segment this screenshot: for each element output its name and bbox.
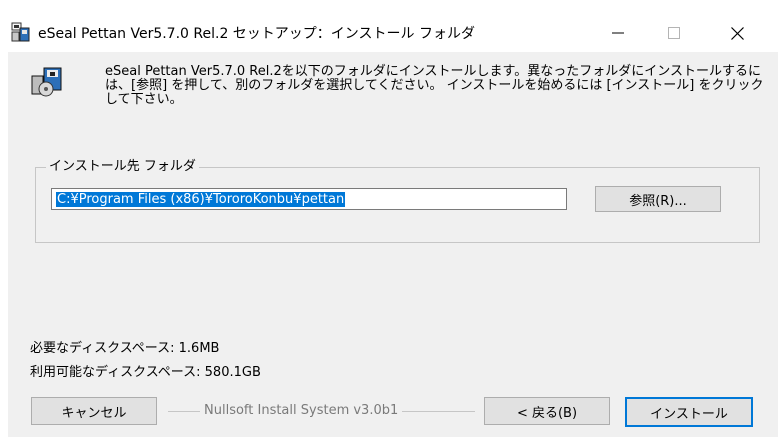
branding-text: Nullsoft Install System v3.0b1 [200, 403, 403, 418]
back-button[interactable]: < 戻る(B) [484, 397, 610, 425]
close-icon [730, 26, 744, 40]
minimize-button[interactable] [595, 14, 641, 52]
required-space-text: 必要なディスクスペース: 1.6MB [30, 341, 220, 356]
close-button[interactable] [714, 14, 760, 52]
cancel-button[interactable]: キャンセル [31, 397, 157, 425]
destination-path-field[interactable]: C:¥Program Files (x86)¥TororoKonbu¥petta… [51, 188, 567, 210]
browse-button[interactable]: 参照(R)... [595, 186, 721, 212]
installer-disk-icon [31, 67, 62, 97]
dialog-body: eSeal Pettan Ver5.7.0 Rel.2を以下のフォルダにインスト… [8, 52, 778, 437]
window-title: eSeal Pettan Ver5.7.0 Rel.2 セットアップ：インストー… [38, 26, 475, 42]
title-bar[interactable]: eSeal Pettan Ver5.7.0 Rel.2 セットアップ：インストー… [0, 0, 784, 52]
available-space-text: 利用可能なディスクスペース: 580.1GB [30, 365, 261, 380]
info-message: eSeal Pettan Ver5.7.0 Rel.2を以下のフォルダにインスト… [105, 64, 764, 107]
installer-app-icon [11, 22, 30, 42]
maximize-button[interactable] [651, 14, 697, 52]
destination-folder-label: インストール先 フォルダ [46, 160, 199, 174]
install-button[interactable]: インストール [625, 397, 753, 427]
minimize-icon [612, 32, 624, 34]
maximize-icon [668, 27, 680, 39]
installer-window: eSeal Pettan Ver5.7.0 Rel.2 セットアップ：インストー… [0, 0, 784, 437]
destination-path-value: C:¥Program Files (x86)¥TororoKonbu¥petta… [56, 192, 346, 207]
